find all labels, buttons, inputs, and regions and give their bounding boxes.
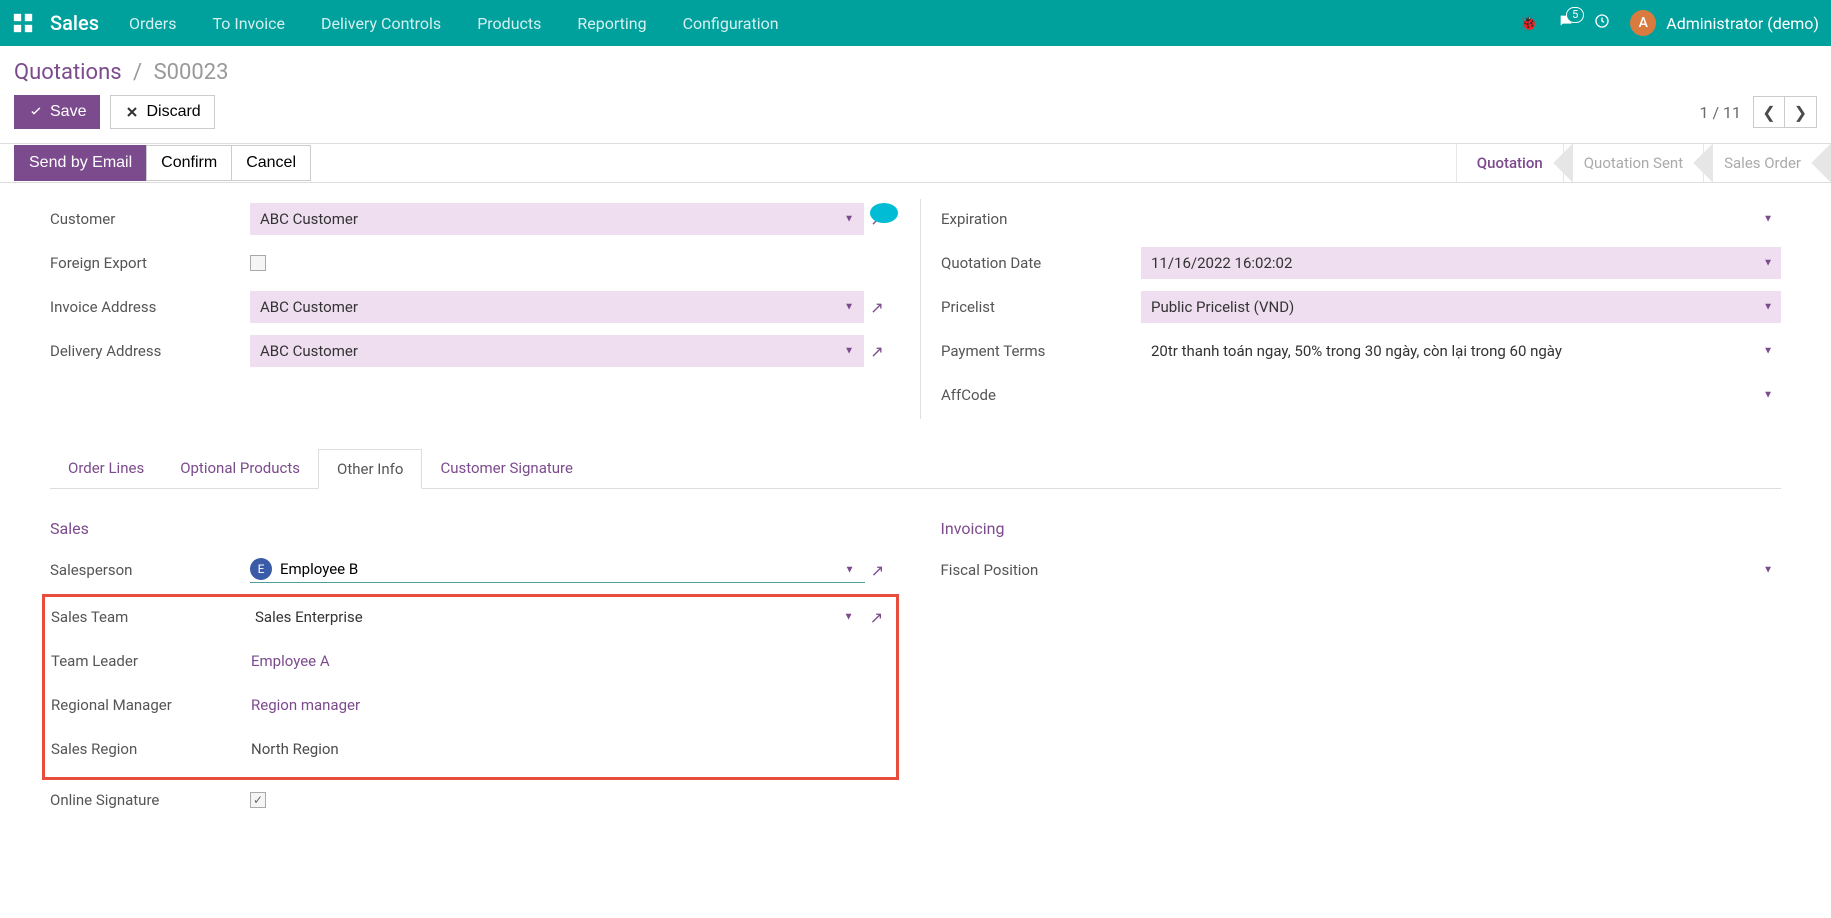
menu-orders[interactable]: Orders [129,14,176,33]
expiration-label: Expiration [941,210,1141,228]
menu-reporting[interactable]: Reporting [577,14,646,33]
affcode-field[interactable] [1141,388,1781,402]
user-avatar: A [1630,10,1656,36]
regional-manager-label: Regional Manager [51,696,251,714]
delivery-address-field[interactable]: ABC Customer [250,335,864,367]
avatar-chip: E [250,558,272,580]
external-link-icon[interactable]: ↗ [865,561,891,580]
foreign-export-label: Foreign Export [50,254,250,272]
breadcrumb-leaf: S00023 [154,60,229,85]
menu-configuration[interactable]: Configuration [683,14,779,33]
menu-products[interactable]: Products [477,14,541,33]
status-quotation[interactable]: Quotation [1456,144,1563,182]
tab-other-info[interactable]: Other Info [318,449,422,489]
close-icon [124,104,140,120]
breadcrumb: Quotations / S00023 [14,60,228,85]
send-email-button[interactable]: Send by Email [14,145,146,181]
save-button[interactable]: Save [14,95,100,129]
salesperson-input[interactable] [280,560,865,578]
external-link-icon[interactable]: ↗ [864,298,890,317]
foreign-export-checkbox[interactable] [250,255,266,271]
sales-region-label: Sales Region [51,740,251,758]
pager-next-button[interactable]: ❯ [1785,96,1817,128]
external-link-icon[interactable]: ↗ [864,608,890,627]
sales-heading: Sales [50,519,891,538]
messaging-icon[interactable]: 5 [1558,13,1574,33]
pager-prev-button[interactable]: ❮ [1753,96,1785,128]
confirm-button[interactable]: Confirm [146,145,232,181]
tab-customer-signature[interactable]: Customer Signature [422,449,591,488]
pricelist-field[interactable]: Public Pricelist (VND) [1141,291,1781,323]
user-name: Administrator (demo) [1666,14,1819,33]
regional-manager-value[interactable]: Region manager [251,696,360,714]
menu-delivery-controls[interactable]: Delivery Controls [321,14,441,33]
payment-terms-field[interactable]: 20tr thanh toán ngay, 50% trong 30 ngày,… [1141,335,1781,367]
online-signature-label: Online Signature [50,791,250,809]
sales-team-label: Sales Team [51,608,251,626]
left-column: Customer ABC Customer ▼ ↗ Foreign Export… [50,199,890,419]
team-leader-value[interactable]: Employee A [251,652,330,670]
status-bar: Send by Email Confirm Cancel Quotation Q… [0,143,1831,183]
delivery-address-label: Delivery Address [50,342,250,360]
online-signature-checkbox[interactable] [250,792,266,808]
invoicing-heading: Invoicing [941,519,1782,538]
affcode-label: AffCode [941,386,1141,404]
salesperson-label: Salesperson [50,561,250,579]
discard-button[interactable]: Discard [110,95,214,129]
app-brand[interactable]: Sales [50,11,99,35]
sales-team-field[interactable]: Sales Enterprise [251,601,864,633]
invoice-address-field[interactable]: ABC Customer [250,291,864,323]
quotation-date-field[interactable]: 11/16/2022 16:02:02 [1141,247,1781,279]
external-link-icon[interactable]: ↗ [864,342,890,361]
menu-to-invoice[interactable]: To Invoice [212,14,285,33]
fiscal-position-label: Fiscal Position [941,561,1141,579]
fiscal-position-field[interactable] [1141,563,1782,577]
message-count-badge: 5 [1566,7,1584,23]
payment-terms-label: Payment Terms [941,342,1141,360]
activities-icon[interactable] [1594,13,1610,33]
apps-icon[interactable] [12,12,34,34]
invoice-address-label: Invoice Address [50,298,250,316]
right-column: Expiration ▼ Quotation Date 11/16/2022 1… [920,199,1781,419]
debug-icon[interactable]: 🐞 [1520,14,1539,32]
team-leader-label: Team Leader [51,652,251,670]
sales-region-value: North Region [251,740,339,758]
form-tabs: Order Lines Optional Products Other Info… [50,449,1781,489]
breadcrumb-root[interactable]: Quotations [14,60,122,85]
user-menu[interactable]: A Administrator (demo) [1630,10,1819,36]
pricelist-label: Pricelist [941,298,1141,316]
salesperson-field[interactable]: E [250,558,865,583]
expiration-field[interactable] [1141,212,1781,226]
status-quotation-sent[interactable]: Quotation Sent [1563,144,1703,182]
main-menu: Orders To Invoice Delivery Controls Prod… [129,14,779,33]
pager-info[interactable]: 1 / 11 [1699,103,1741,122]
cancel-button[interactable]: Cancel [232,145,311,181]
status-sales-order[interactable]: Sales Order [1703,144,1821,182]
cursor-indicator [870,203,898,223]
customer-label: Customer [50,210,250,228]
systray: 🐞 5 A Administrator (demo) [1520,10,1819,36]
tab-optional-products[interactable]: Optional Products [162,449,318,488]
quotation-date-label: Quotation Date [941,254,1141,272]
customer-field[interactable]: ABC Customer [250,203,864,235]
tab-order-lines[interactable]: Order Lines [50,449,162,488]
sales-section: Sales Salesperson E ▼ ↗ Sales Team Sales… [50,489,891,824]
invoicing-section: Invoicing Fiscal Position ▼ [941,489,1782,824]
check-icon [28,104,44,120]
highlight-annotation: Sales Team Sales Enterprise ▼ ↗ Team Lea… [42,594,899,780]
top-nav: Sales Orders To Invoice Delivery Control… [0,0,1831,46]
